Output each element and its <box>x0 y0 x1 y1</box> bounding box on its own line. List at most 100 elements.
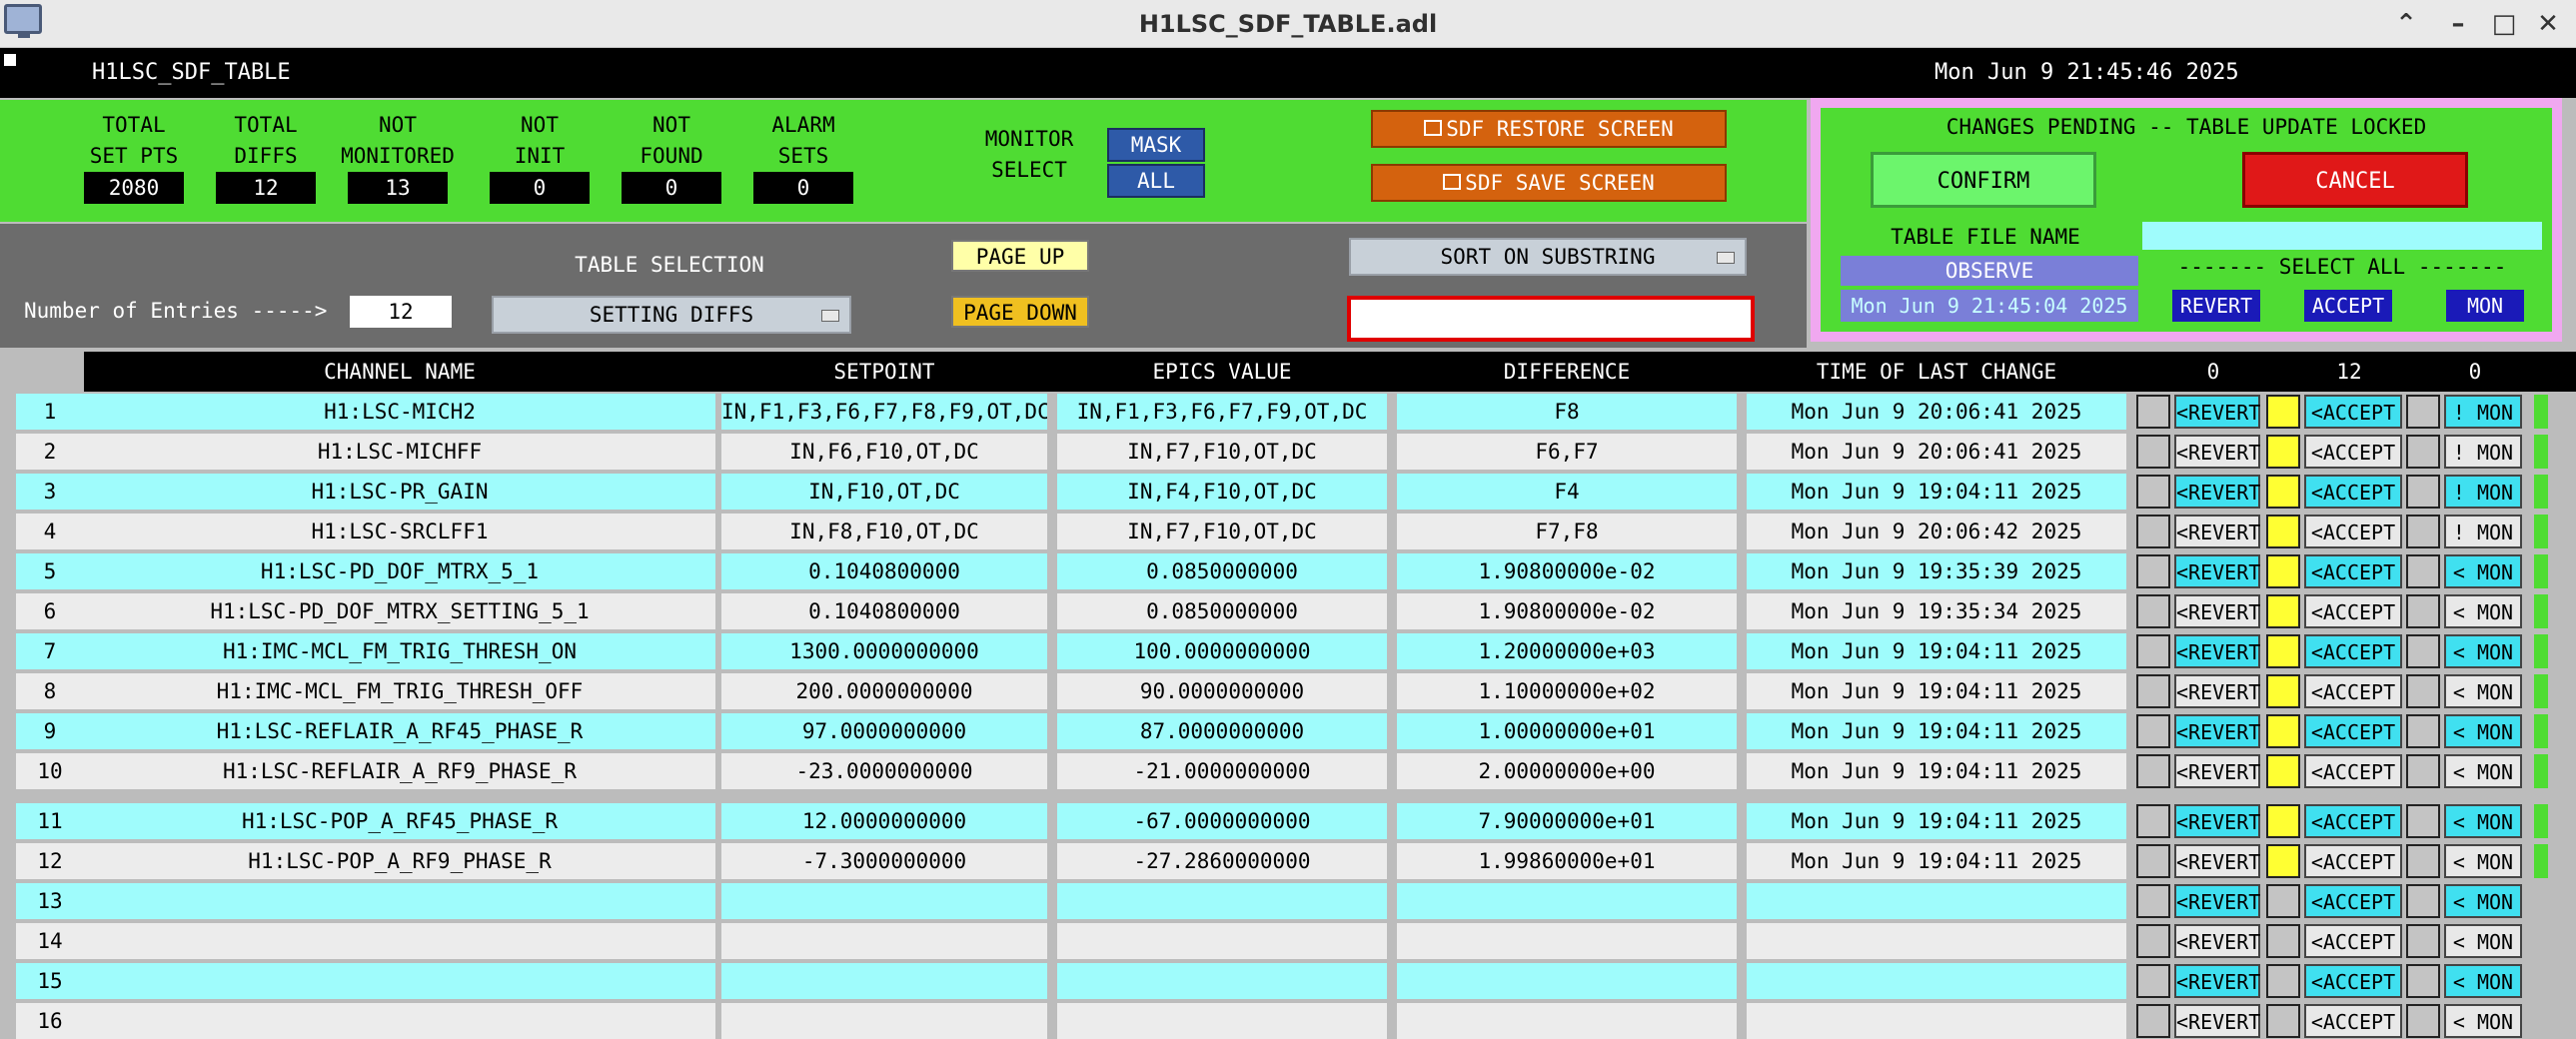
mon-checkbox[interactable] <box>2406 515 2440 548</box>
accept-button[interactable]: <ACCEPT <box>2304 924 2402 958</box>
sort-substring-input[interactable] <box>1347 296 1755 342</box>
accept-button[interactable]: <ACCEPT <box>2304 754 2402 788</box>
window-minimize-icon[interactable]: – <box>2440 6 2476 42</box>
accept-checkbox[interactable] <box>2266 714 2300 748</box>
window-close-icon[interactable]: ✕ <box>2530 6 2566 42</box>
mon-checkbox[interactable] <box>2406 554 2440 588</box>
mon-button[interactable]: ! MON <box>2444 395 2522 429</box>
select-all-accept-button[interactable]: ACCEPT <box>2304 290 2392 322</box>
select-all-revert-button[interactable]: REVERT <box>2172 290 2260 322</box>
accept-checkbox[interactable] <box>2266 1004 2300 1038</box>
mon-checkbox[interactable] <box>2406 754 2440 788</box>
mon-checkbox[interactable] <box>2406 964 2440 998</box>
window-maximize-icon[interactable]: □ <box>2486 6 2522 42</box>
revert-button[interactable]: <REVERT <box>2174 754 2260 788</box>
accept-button[interactable]: <ACCEPT <box>2304 594 2402 628</box>
accept-checkbox[interactable] <box>2266 674 2300 708</box>
revert-checkbox[interactable] <box>2136 714 2170 748</box>
mon-checkbox[interactable] <box>2406 804 2440 838</box>
accept-checkbox[interactable] <box>2266 515 2300 548</box>
accept-button[interactable]: <ACCEPT <box>2304 1004 2402 1038</box>
accept-button[interactable]: <ACCEPT <box>2304 554 2402 588</box>
mon-checkbox[interactable] <box>2406 1004 2440 1038</box>
mon-checkbox[interactable] <box>2406 395 2440 429</box>
revert-checkbox[interactable] <box>2136 844 2170 878</box>
table-selection-menu[interactable]: SETTING DIFFS <box>492 296 851 334</box>
window-shade-icon[interactable]: ⌃ <box>2388 6 2424 42</box>
accept-button[interactable]: <ACCEPT <box>2304 435 2402 469</box>
mon-checkbox[interactable] <box>2406 844 2440 878</box>
accept-button[interactable]: <ACCEPT <box>2304 804 2402 838</box>
revert-checkbox[interactable] <box>2136 594 2170 628</box>
mon-button[interactable]: < MON <box>2444 714 2522 748</box>
revert-button[interactable]: <REVERT <box>2174 554 2260 588</box>
accept-checkbox[interactable] <box>2266 435 2300 469</box>
accept-checkbox[interactable] <box>2266 395 2300 429</box>
mon-button[interactable]: ! MON <box>2444 475 2522 509</box>
revert-button[interactable]: <REVERT <box>2174 884 2260 918</box>
revert-checkbox[interactable] <box>2136 804 2170 838</box>
accept-checkbox[interactable] <box>2266 594 2300 628</box>
mon-button[interactable]: < MON <box>2444 754 2522 788</box>
revert-checkbox[interactable] <box>2136 1004 2170 1038</box>
accept-checkbox[interactable] <box>2266 634 2300 668</box>
sdf-restore-screen-button[interactable]: SDF RESTORE SCREEN <box>1371 110 1727 148</box>
sdf-save-screen-button[interactable]: SDF SAVE SCREEN <box>1371 164 1727 202</box>
accept-button[interactable]: <ACCEPT <box>2304 674 2402 708</box>
mon-checkbox[interactable] <box>2406 594 2440 628</box>
revert-checkbox[interactable] <box>2136 674 2170 708</box>
revert-checkbox[interactable] <box>2136 634 2170 668</box>
mon-button[interactable]: < MON <box>2444 554 2522 588</box>
accept-button[interactable]: <ACCEPT <box>2304 634 2402 668</box>
accept-checkbox[interactable] <box>2266 554 2300 588</box>
accept-button[interactable]: <ACCEPT <box>2304 964 2402 998</box>
revert-checkbox[interactable] <box>2136 924 2170 958</box>
revert-checkbox[interactable] <box>2136 395 2170 429</box>
page-down-button[interactable]: PAGE DOWN <box>951 296 1089 328</box>
mon-checkbox[interactable] <box>2406 475 2440 509</box>
revert-button[interactable]: <REVERT <box>2174 634 2260 668</box>
revert-checkbox[interactable] <box>2136 964 2170 998</box>
revert-button[interactable]: <REVERT <box>2174 475 2260 509</box>
mon-button[interactable]: < MON <box>2444 924 2522 958</box>
mon-checkbox[interactable] <box>2406 435 2440 469</box>
revert-button[interactable]: <REVERT <box>2174 594 2260 628</box>
mon-button[interactable]: ! MON <box>2444 515 2522 548</box>
revert-checkbox[interactable] <box>2136 435 2170 469</box>
mon-checkbox[interactable] <box>2406 674 2440 708</box>
revert-checkbox[interactable] <box>2136 515 2170 548</box>
revert-checkbox[interactable] <box>2136 554 2170 588</box>
sort-on-substring-menu[interactable]: SORT ON SUBSTRING <box>1349 238 1747 276</box>
mon-button[interactable]: < MON <box>2444 1004 2522 1038</box>
mon-checkbox[interactable] <box>2406 884 2440 918</box>
accept-checkbox[interactable] <box>2266 964 2300 998</box>
mon-button[interactable]: ! MON <box>2444 435 2522 469</box>
revert-button[interactable]: <REVERT <box>2174 435 2260 469</box>
accept-button[interactable]: <ACCEPT <box>2304 884 2402 918</box>
accept-checkbox[interactable] <box>2266 475 2300 509</box>
accept-button[interactable]: <ACCEPT <box>2304 844 2402 878</box>
accept-checkbox[interactable] <box>2266 754 2300 788</box>
revert-checkbox[interactable] <box>2136 754 2170 788</box>
accept-checkbox[interactable] <box>2266 924 2300 958</box>
mon-checkbox[interactable] <box>2406 924 2440 958</box>
mon-button[interactable]: < MON <box>2444 634 2522 668</box>
accept-checkbox[interactable] <box>2266 804 2300 838</box>
revert-button[interactable]: <REVERT <box>2174 804 2260 838</box>
confirm-button[interactable]: CONFIRM <box>1871 152 2096 208</box>
select-all-mon-button[interactable]: MON <box>2446 290 2524 322</box>
cancel-button[interactable]: CANCEL <box>2242 152 2468 208</box>
revert-button[interactable]: <REVERT <box>2174 964 2260 998</box>
all-button[interactable]: ALL <box>1107 164 1205 198</box>
accept-button[interactable]: <ACCEPT <box>2304 714 2402 748</box>
mon-button[interactable]: < MON <box>2444 804 2522 838</box>
accept-button[interactable]: <ACCEPT <box>2304 475 2402 509</box>
revert-button[interactable]: <REVERT <box>2174 844 2260 878</box>
page-up-button[interactable]: PAGE UP <box>951 240 1089 272</box>
accept-button[interactable]: <ACCEPT <box>2304 395 2402 429</box>
mon-button[interactable]: < MON <box>2444 844 2522 878</box>
mon-button[interactable]: < MON <box>2444 674 2522 708</box>
revert-button[interactable]: <REVERT <box>2174 395 2260 429</box>
accept-button[interactable]: <ACCEPT <box>2304 515 2402 548</box>
revert-button[interactable]: <REVERT <box>2174 515 2260 548</box>
